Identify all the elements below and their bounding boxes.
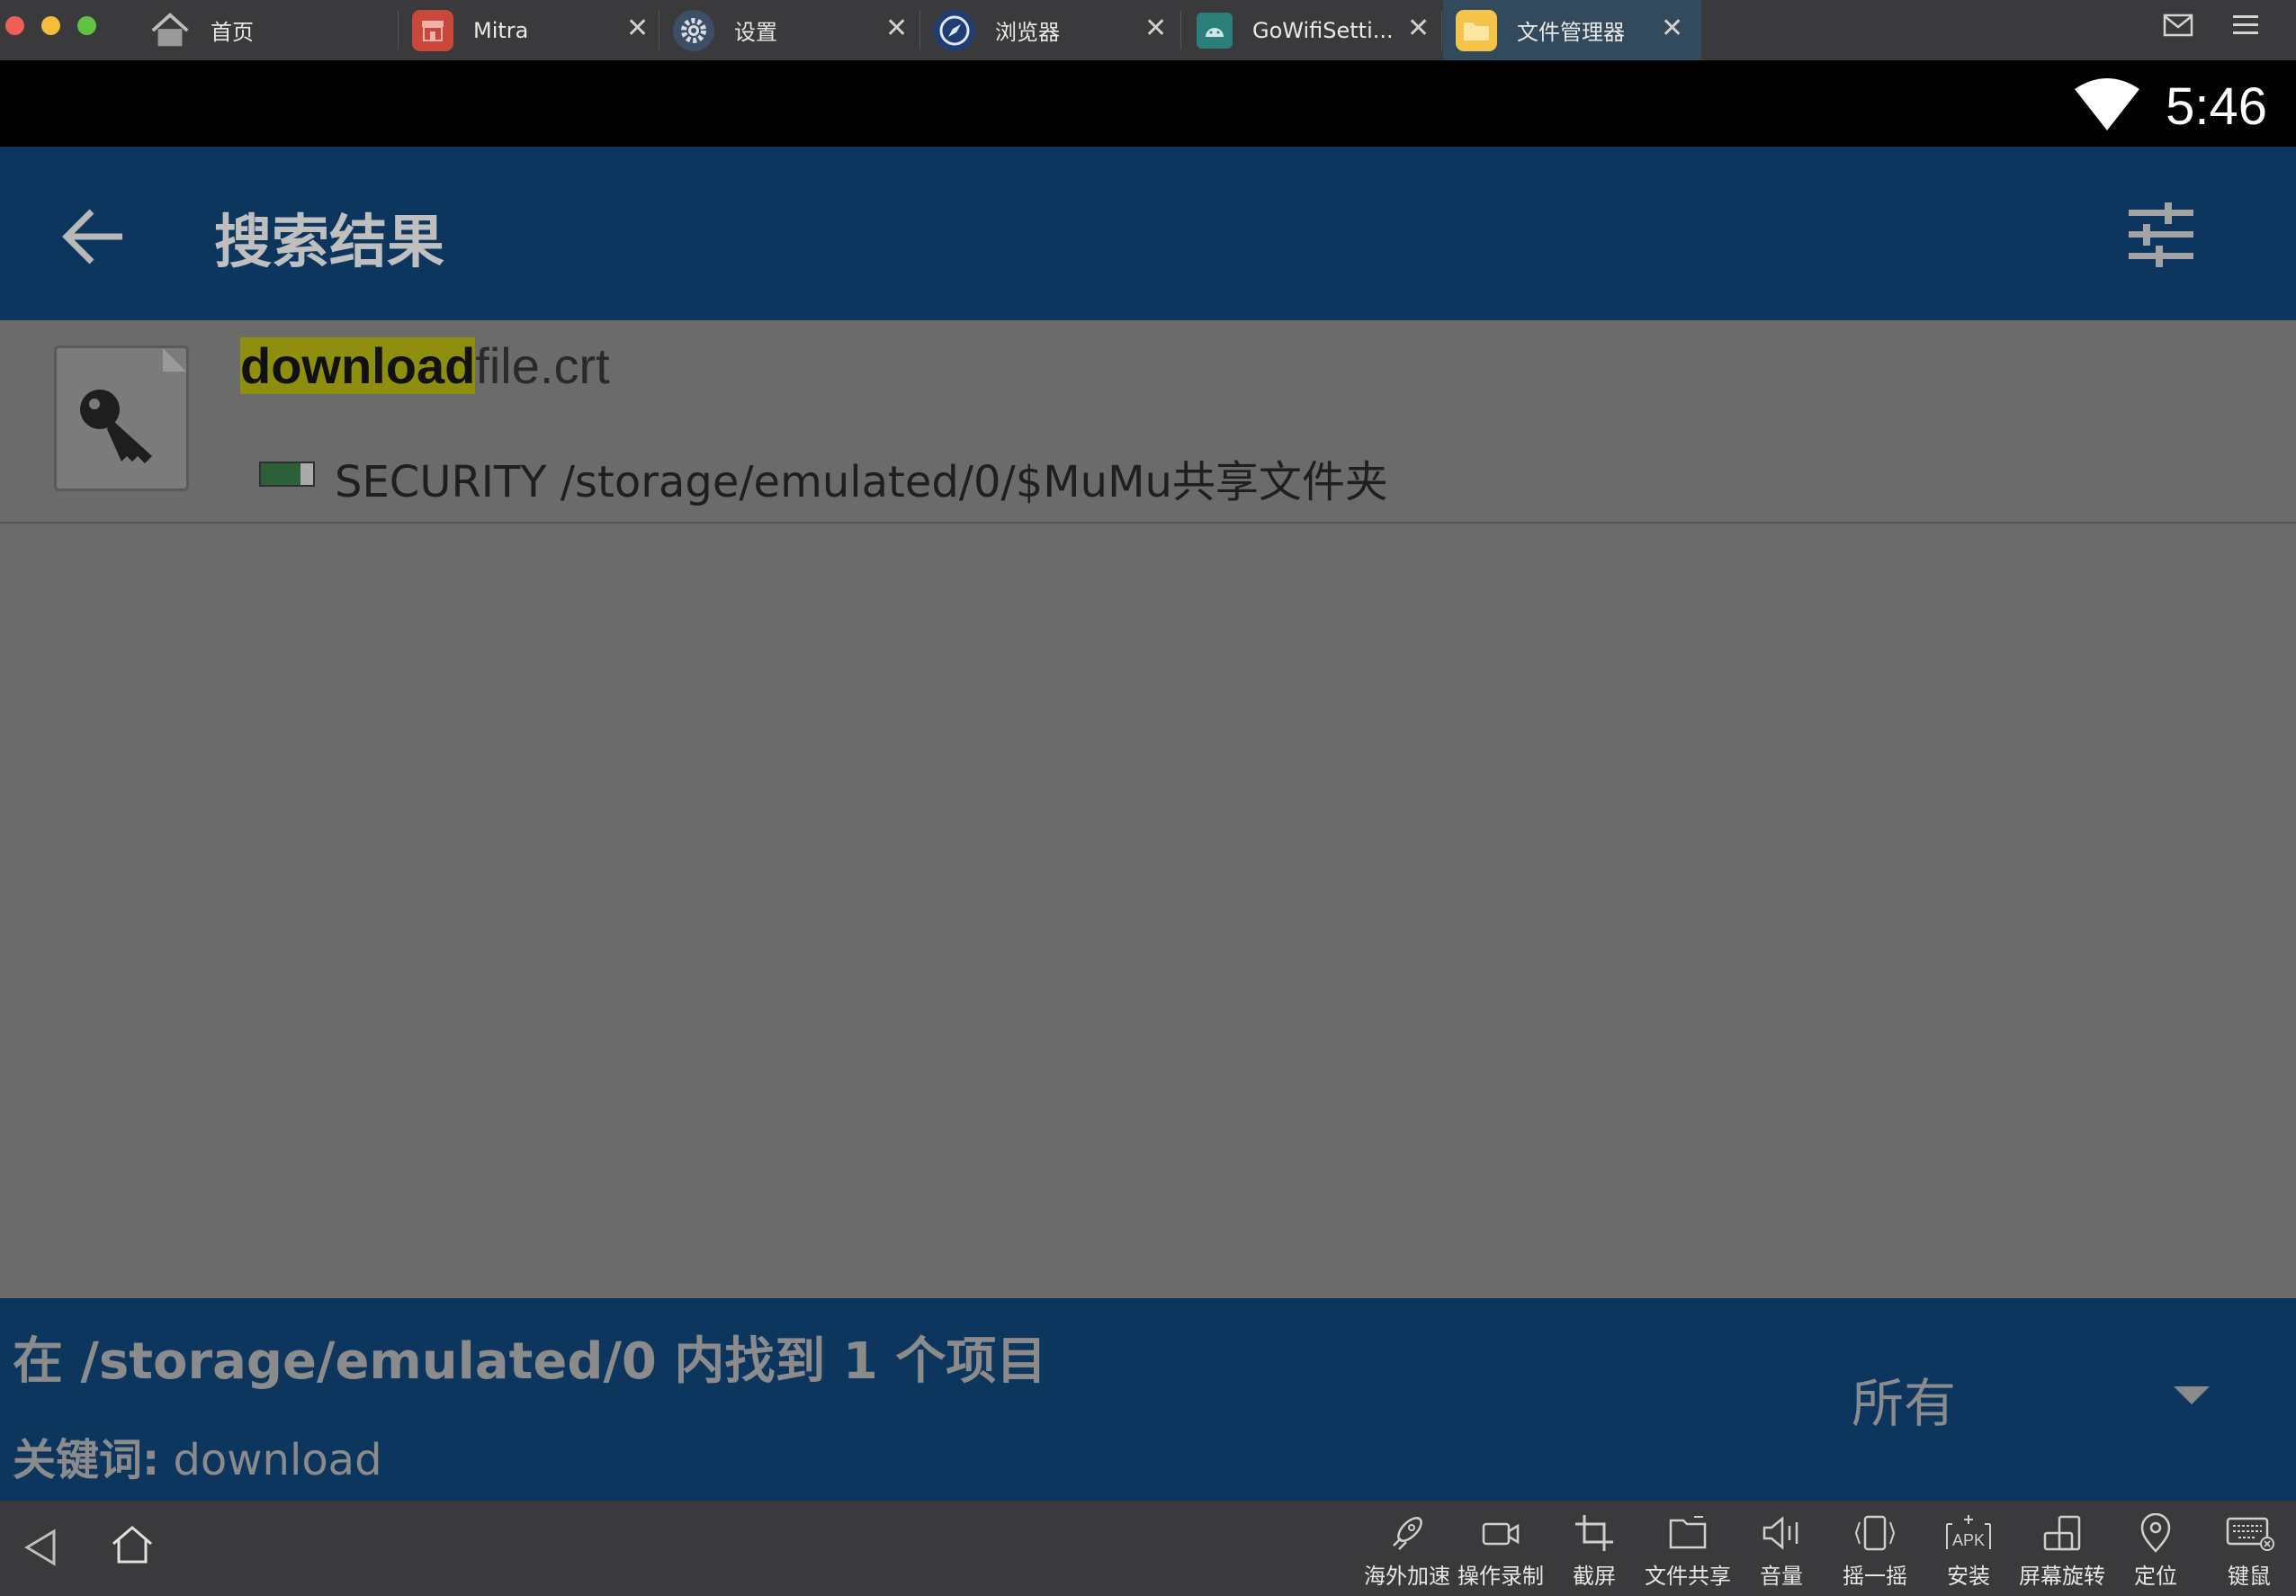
rocket-icon	[1393, 1517, 1422, 1550]
close-tab-icon[interactable]: ✕	[885, 13, 908, 44]
type-filter-dropdown[interactable]: 所有	[1852, 1361, 2229, 1442]
search-result-item[interactable]: downloadfile.crt SECURITY /storage/emula…	[0, 320, 2296, 524]
volume-icon	[1762, 1516, 1798, 1550]
tab-settings[interactable]: 设置 ✕	[673, 0, 914, 60]
window-tab-bar: 首页 Mitra ✕ 设置 ✕ 浏览器 ✕ GoWifiSetti... ✕ 文…	[0, 0, 2296, 61]
zoom-window-button[interactable]	[77, 16, 96, 35]
tool-label: 定位	[2134, 1564, 2177, 1589]
mail-icon[interactable]	[2163, 13, 2193, 41]
svg-text:APK: APK	[1952, 1531, 1985, 1549]
keyword-label: 关键词:	[13, 1435, 160, 1485]
rotate-icon	[2043, 1515, 2081, 1551]
crop-icon	[1575, 1515, 1613, 1551]
tab-home[interactable]: 首页	[149, 0, 398, 60]
tab-label: 浏览器	[995, 20, 1060, 45]
tool-overseas-boost[interactable]: 海外加速	[1360, 1513, 1454, 1590]
tool-label: 键鼠	[2228, 1564, 2271, 1589]
folder-share-icon	[1669, 1516, 1707, 1549]
tool-macro-record[interactable]: 操作录制	[1454, 1513, 1547, 1590]
tab-divider	[398, 11, 399, 49]
tab-file-manager[interactable]: 文件管理器 ✕	[1443, 0, 1701, 60]
results-count-text: 在 /storage/emulated/0 内找到 1 个项目	[13, 1332, 1047, 1391]
tab-label: 文件管理器	[1517, 20, 1625, 45]
store-icon	[412, 9, 453, 51]
location-icon	[2140, 1513, 2171, 1553]
tool-label: 海外加速	[1364, 1564, 1450, 1589]
tab-mitra[interactable]: Mitra ✕	[412, 0, 655, 60]
android-status-bar: 5:46	[0, 60, 2296, 147]
tab-divider	[1441, 11, 1442, 49]
tool-rotate-screen[interactable]: 屏幕旋转	[2015, 1513, 2109, 1590]
tool-label: 截屏	[1573, 1564, 1616, 1589]
search-highlight: download	[240, 337, 476, 394]
file-name: downloadfile.crt	[240, 336, 610, 395]
tool-label: 操作录制	[1457, 1564, 1544, 1589]
tool-volume[interactable]: 音量	[1735, 1513, 1828, 1590]
tab-label: 首页	[211, 20, 254, 45]
type-filter-value: 所有	[1852, 1373, 1957, 1434]
tool-label: 屏幕旋转	[2019, 1564, 2105, 1589]
file-path: SECURITY /storage/emulated/0/$MuMu共享文件夹	[335, 457, 1388, 507]
close-tab-icon[interactable]: ✕	[1407, 13, 1430, 44]
wifi-icon	[2075, 78, 2139, 134]
keyword-text: 关键词: download	[13, 1424, 382, 1487]
close-window-button[interactable]	[5, 16, 24, 35]
tool-label: 文件共享	[1645, 1564, 1731, 1589]
page-title: 搜索结果	[214, 210, 444, 276]
tab-browser[interactable]: 浏览器 ✕	[934, 0, 1175, 60]
close-tab-icon[interactable]: ✕	[1144, 13, 1167, 44]
home-icon	[149, 10, 191, 51]
tab-label: 设置	[734, 20, 777, 45]
video-icon	[1482, 1522, 1520, 1546]
tab-label: GoWifiSetti...	[1252, 17, 1394, 43]
apk-icon: APK	[1946, 1515, 1991, 1549]
nav-home-icon[interactable]	[110, 1524, 155, 1569]
keyword-value: download	[159, 1435, 382, 1485]
folder-icon	[1456, 9, 1497, 51]
tab-divider	[919, 11, 920, 49]
close-tab-icon[interactable]: ✕	[626, 13, 649, 44]
shake-icon	[1854, 1515, 1896, 1551]
tab-label: Mitra	[473, 17, 529, 43]
tab-gowifisettings[interactable]: GoWifiSetti... ✕	[1197, 0, 1436, 60]
back-arrow-icon[interactable]	[59, 201, 131, 273]
results-empty-area	[0, 522, 2296, 1298]
tool-label: 摇一摇	[1843, 1564, 1907, 1589]
file-name-rest: file.crt	[475, 337, 610, 394]
tool-install-apk[interactable]: APK 安装	[1922, 1513, 2015, 1590]
tool-shake[interactable]: 摇一摇	[1828, 1513, 1922, 1590]
keyboard-icon	[2226, 1517, 2274, 1551]
minimize-window-button[interactable]	[41, 16, 60, 35]
certificate-file-icon	[54, 345, 189, 491]
security-badge	[259, 462, 315, 487]
app-bar: 搜索结果	[0, 147, 2296, 320]
tool-location[interactable]: 定位	[2109, 1513, 2202, 1590]
search-info-panel: 在 /storage/emulated/0 内找到 1 个项目 关键词: dow…	[0, 1298, 2296, 1501]
chevron-down-icon	[2174, 1386, 2210, 1404]
filter-settings-icon[interactable]	[2123, 197, 2199, 273]
tool-screenshot[interactable]: 截屏	[1547, 1513, 1641, 1590]
tool-label: 安装	[1947, 1564, 1990, 1589]
tool-label: 音量	[1760, 1564, 1803, 1589]
tab-divider	[1180, 11, 1181, 49]
emulator-toolbar: 海外加速 操作录制 截屏 文件共享 音量 摇一摇 APK 安装 屏幕旋转 定位 …	[0, 1501, 2296, 1596]
tool-file-share[interactable]: 文件共享	[1641, 1513, 1735, 1590]
tool-keymapping[interactable]: 键鼠	[2202, 1513, 2296, 1590]
menu-icon[interactable]	[2231, 13, 2260, 41]
compass-icon	[934, 9, 975, 51]
gear-icon	[673, 9, 714, 51]
close-tab-icon[interactable]: ✕	[1661, 13, 1683, 44]
status-clock: 5:46	[2166, 77, 2267, 136]
android-icon	[1197, 12, 1233, 49]
nav-back-icon[interactable]	[23, 1528, 58, 1571]
